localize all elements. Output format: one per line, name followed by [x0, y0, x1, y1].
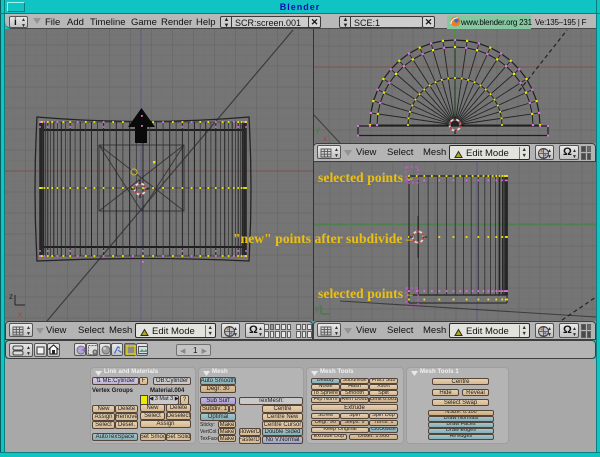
svg-text:x: x [18, 310, 22, 319]
svg-text:z: z [9, 292, 13, 301]
svg-text:y: y [315, 304, 319, 313]
svg-text:y: y [316, 125, 320, 134]
svg-text:x: x [323, 134, 327, 143]
